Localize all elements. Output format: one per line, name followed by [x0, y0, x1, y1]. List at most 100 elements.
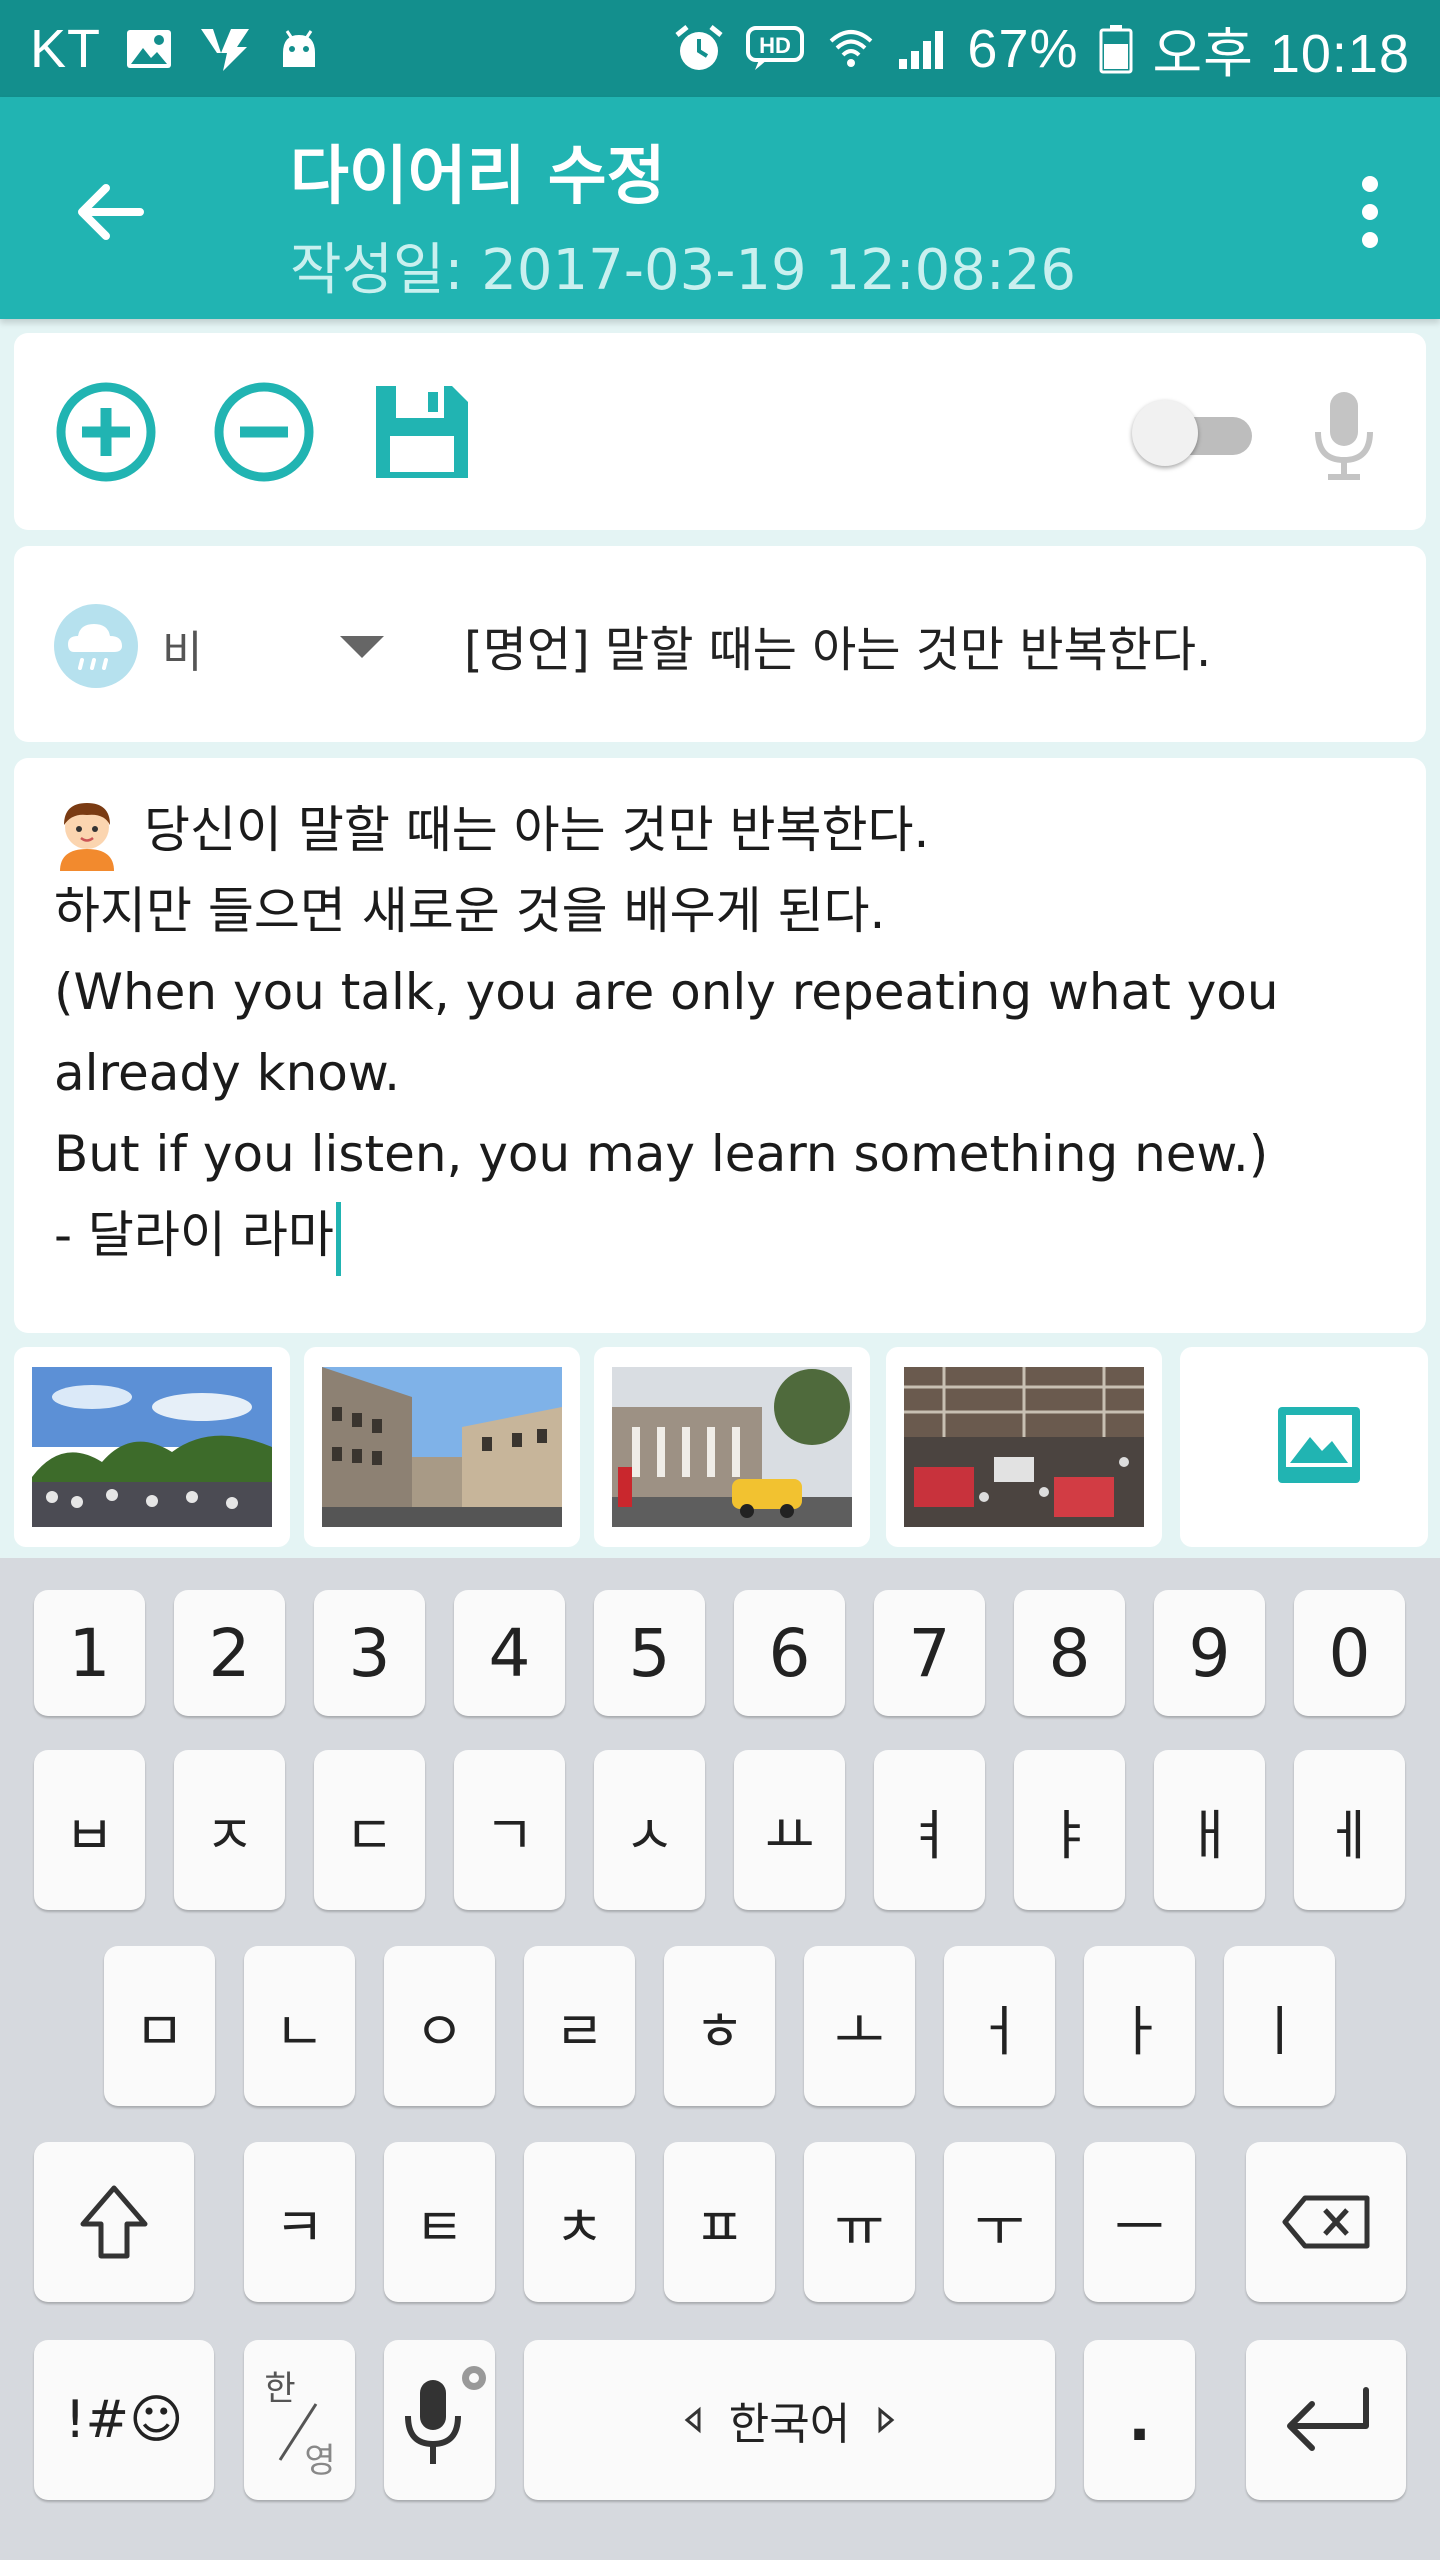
photo-thumb[interactable] [886, 1347, 1162, 1547]
battery-icon [1099, 24, 1133, 74]
remove-button[interactable] [212, 380, 316, 484]
key-s[interactable]: ㅅ [594, 1750, 705, 1910]
key-j[interactable]: ㅈ [174, 1750, 285, 1910]
image-icon [125, 28, 173, 70]
period-key[interactable]: . [1084, 2340, 1195, 2500]
weather-dropdown-arrow[interactable] [340, 636, 384, 658]
cursor-right-icon [878, 2406, 895, 2434]
keyboard: 1 2 3 4 5 6 7 8 9 0 ㅂ ㅈ ㄷ ㄱ ㅅ ㅛ ㅕ ㅑ ㅐ ㅔ … [0, 1558, 1440, 2560]
add-button[interactable] [54, 380, 158, 484]
key-a[interactable]: ㅏ [1084, 1946, 1195, 2106]
created-date: 작성일: 2017-03-19 12:08:26 [290, 238, 1076, 303]
body-line-6: - 달라이 라마 [54, 1206, 334, 1264]
hd-voice-icon: HD [745, 25, 807, 73]
save-icon [376, 386, 468, 478]
key-7[interactable]: 7 [874, 1590, 985, 1716]
key-0[interactable]: 0 [1294, 1590, 1405, 1716]
language-toggle-key[interactable]: 한 영 [244, 2340, 355, 2500]
shift-key[interactable] [34, 2142, 194, 2302]
body-line-5: But if you listen, you may learn somethi… [54, 1125, 1269, 1183]
key-3[interactable]: 3 [314, 1590, 425, 1716]
android-icon [277, 27, 321, 71]
photo-thumb[interactable] [304, 1347, 580, 1547]
key-ya[interactable]: ㅑ [1014, 1750, 1125, 1910]
key-9[interactable]: 9 [1154, 1590, 1265, 1716]
key-2[interactable]: 2 [174, 1590, 285, 1716]
more-vertical-icon [1362, 176, 1378, 192]
key-g[interactable]: ㄱ [454, 1750, 565, 1910]
weather-label: 비 [162, 627, 203, 678]
add-image-icon [1278, 1407, 1360, 1483]
diary-text-editor[interactable]: 당신이 말할 때는 아는 것만 반복한다. 하지만 들으면 새로운 것을 배우게… [14, 758, 1426, 1333]
quote-text: [명언] 말할 때는 아는 것만 반복한다. [464, 622, 1212, 678]
add-photo-button[interactable] [1180, 1347, 1428, 1547]
photo-thumb[interactable] [14, 1347, 290, 1547]
key-k[interactable]: ㅋ [244, 2142, 355, 2302]
plus-circle-icon [56, 382, 156, 482]
body-line-2: 하지만 들으면 새로운 것을 배우게 된다. [54, 882, 886, 940]
voice-toggle[interactable] [1132, 400, 1256, 466]
editor-toolbar [14, 333, 1426, 530]
photo-buckingham-palace-crowd [32, 1367, 272, 1527]
key-yo[interactable]: ㅛ [734, 1750, 845, 1910]
key-eu[interactable]: ㅡ [1084, 2142, 1195, 2302]
rain-cloud-icon[interactable] [54, 604, 138, 688]
key-6[interactable]: 6 [734, 1590, 845, 1716]
space-key[interactable]: 한국어 [524, 2340, 1055, 2500]
clock: 오후 10:18 [1152, 24, 1410, 84]
app-bar: 다이어리 수정 작성일: 2017-03-19 12:08:26 [0, 97, 1440, 319]
voice-input-button[interactable] [1312, 388, 1376, 484]
shift-arrow-icon [80, 2185, 148, 2259]
key-o[interactable]: ㅗ [804, 1946, 915, 2106]
backspace-key[interactable] [1246, 2142, 1406, 2302]
key-yeo[interactable]: ㅕ [874, 1750, 985, 1910]
body-line-4: already know. [54, 1044, 401, 1102]
key-b[interactable]: ㅂ [34, 1750, 145, 1910]
key-5[interactable]: 5 [594, 1590, 705, 1716]
enter-key[interactable] [1246, 2340, 1406, 2500]
battery-percent: 67% [967, 18, 1079, 79]
vaccine-icon [197, 25, 253, 73]
key-i[interactable]: ㅣ [1224, 1946, 1335, 2106]
key-ng[interactable]: ㅇ [384, 1946, 495, 2106]
key-d[interactable]: ㄷ [314, 1750, 425, 1910]
carrier-label: KT [30, 18, 102, 79]
more-options-button[interactable] [1340, 167, 1400, 257]
key-h[interactable]: ㅎ [664, 1946, 775, 2106]
alarm-icon [673, 23, 725, 75]
key-t[interactable]: ㅌ [384, 2142, 495, 2302]
voice-input-key[interactable] [384, 2340, 495, 2500]
cursor-left-icon [684, 2406, 701, 2434]
page-title: 다이어리 수정 [290, 140, 666, 214]
signal-icon [895, 25, 947, 73]
key-4[interactable]: 4 [454, 1590, 565, 1716]
key-u[interactable]: ㅜ [944, 2142, 1055, 2302]
key-eo[interactable]: ㅓ [944, 1946, 1055, 2106]
key-p[interactable]: ㅍ [664, 2142, 775, 2302]
key-1[interactable]: 1 [34, 1590, 145, 1716]
body-line-3: (When you talk, you are only repeating w… [54, 963, 1279, 1021]
photo-indoor-market-hall [904, 1367, 1144, 1527]
body-line-1: 당신이 말할 때는 아는 것만 반복한다. [144, 801, 930, 859]
key-n[interactable]: ㄴ [244, 1946, 355, 2106]
photo-thumb[interactable] [594, 1347, 870, 1547]
photo-london-taxi-street [612, 1367, 852, 1527]
mic-icon [1315, 392, 1373, 480]
save-button[interactable] [370, 380, 474, 484]
key-m[interactable]: ㅁ [104, 1946, 215, 2106]
key-r[interactable]: ㄹ [524, 1946, 635, 2106]
lang-toggle-bottom: 영 [304, 2441, 335, 2481]
key-e[interactable]: ㅔ [1294, 1750, 1405, 1910]
key-8[interactable]: 8 [1014, 1590, 1125, 1716]
mic-settings-icon [404, 2366, 486, 2464]
backspace-icon [1282, 2195, 1370, 2249]
minus-circle-icon [214, 382, 314, 482]
key-yu[interactable]: ㅠ [804, 2142, 915, 2302]
hd-label: HD [760, 33, 792, 58]
key-ae[interactable]: ㅐ [1154, 1750, 1265, 1910]
back-button[interactable] [70, 172, 150, 252]
boy-avatar-icon [54, 797, 120, 871]
symbols-key[interactable]: !#☺ [34, 2340, 214, 2500]
key-ch[interactable]: ㅊ [524, 2142, 635, 2302]
entry-header: 비 [명언] 말할 때는 아는 것만 반복한다. [14, 546, 1426, 742]
